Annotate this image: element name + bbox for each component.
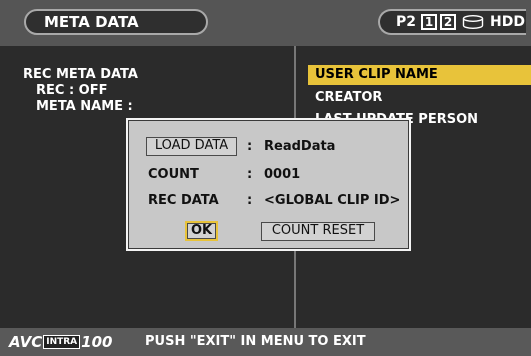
avc-intra-logo: AVC INTRA 100 <box>9 333 112 351</box>
load-data-dialog: LOAD DATA : ReadData COUNT : 0001 REC DA… <box>126 118 411 251</box>
card-slot-2-indicator: 2 <box>440 14 456 30</box>
rec-meta-data-heading: REC META DATA <box>23 67 138 82</box>
count-reset-button[interactable]: COUNT RESET <box>261 222 375 241</box>
avc-logo-text: AVC <box>9 333 43 351</box>
separator: : <box>247 167 253 182</box>
intra-logo-badge: INTRA <box>43 335 81 349</box>
footer-message: PUSH "EXIT" IN MENU TO EXIT <box>145 334 366 349</box>
hdd-label: HDD <box>490 14 525 30</box>
count-label: COUNT <box>148 167 199 182</box>
separator: : <box>247 139 253 154</box>
rec-data-value: <GLOBAL CLIP ID> <box>264 193 401 208</box>
menu-item-user-clip-name[interactable]: USER CLIP NAME <box>308 65 531 85</box>
media-status: P2 1 2 HDD <box>378 9 526 35</box>
page-title: META DATA <box>24 9 208 35</box>
card-slot-1-indicator: 1 <box>421 14 437 30</box>
p2-label: P2 <box>396 14 417 30</box>
hdd-drum-icon <box>462 15 484 29</box>
header-bar: META DATA P2 1 2 HDD <box>0 0 531 46</box>
footer-bar: AVC INTRA 100 PUSH "EXIT" IN MENU TO EXIT <box>0 328 531 356</box>
menu-item-creator[interactable]: CREATOR <box>308 88 382 108</box>
load-data-value: ReadData <box>264 139 336 154</box>
avc-logo-number: 100 <box>81 333 113 351</box>
rec-status: REC : OFF <box>36 83 108 98</box>
meta-name-label: META NAME : <box>36 99 133 114</box>
count-value: 0001 <box>264 167 301 182</box>
separator: : <box>247 193 253 208</box>
rec-data-label: REC DATA <box>148 193 219 208</box>
ok-button[interactable]: OK <box>185 221 218 241</box>
load-data-button[interactable]: LOAD DATA <box>146 137 237 156</box>
camera-menu-screen: META DATA P2 1 2 HDD REC META DATA REC :… <box>0 0 531 356</box>
